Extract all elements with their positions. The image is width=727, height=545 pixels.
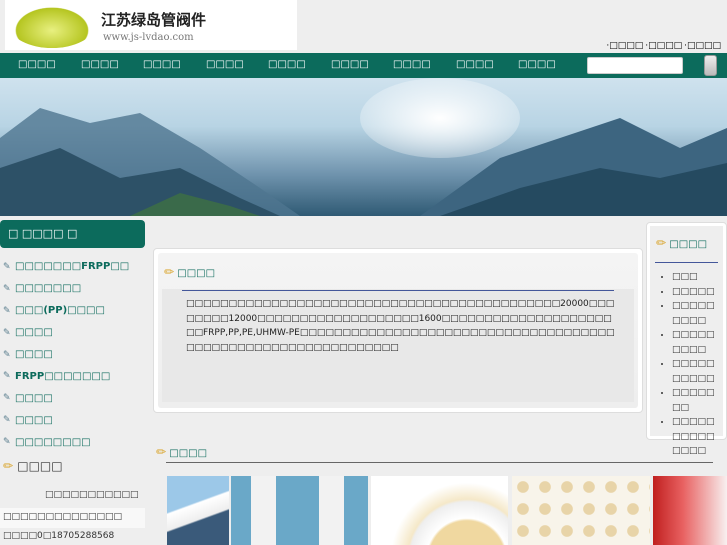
news-item[interactable]: □□□□□□□ — [672, 386, 722, 415]
products-heading: ✏ □□□□ — [156, 445, 207, 459]
divider — [655, 262, 718, 263]
news-item[interactable]: □□□□□□□□□ — [672, 328, 722, 357]
sidebar-item-label: □□□□□□□ — [15, 283, 82, 295]
about-panel: ✏ □□□□ □□□□□□□□□□□□□□□□□□□□□□□□□□□□□□□□□… — [153, 248, 643, 413]
mountains-graphic — [0, 108, 727, 216]
products-title: □□□□ — [169, 448, 208, 459]
sidebar-item[interactable]: ✎ FRPP□□□□□□□ — [3, 365, 143, 387]
pin-icon: ✎ — [3, 371, 11, 382]
sidebar-item-label: □□□□□□□FRPP□□ — [15, 261, 130, 273]
nav-item[interactable]: □□□□ — [143, 59, 181, 70]
sidebar-category-list: ✎ □□□□□□□FRPP□□ ✎ □□□□□□□ ✎ □□□(PP)□□□□ ✎ □□… — [3, 256, 143, 453]
sidebar-item-label: □□□□□□□□ — [15, 436, 91, 448]
logo-url: www.js-lvdao.com — [103, 32, 194, 43]
about-text: □□□□□□□□□□□□□□□□□□□□□□□□□□□□□□□□□□□□□□□□… — [186, 299, 615, 353]
logo-mark-icon — [10, 4, 94, 48]
pin-icon: ✎ — [3, 415, 11, 426]
divider — [166, 462, 713, 463]
product-image[interactable] — [231, 476, 368, 545]
nav-item[interactable]: □□□□ — [206, 59, 244, 70]
banner-image — [0, 78, 727, 216]
pin-icon: ✎ — [3, 327, 11, 338]
pin-icon: ✎ — [3, 437, 11, 448]
contact-company: □□□□□□□□□□□ — [45, 490, 139, 500]
product-image[interactable] — [653, 476, 727, 545]
pin-icon: ✎ — [3, 283, 11, 294]
nav-item[interactable]: □□□□ — [18, 59, 56, 70]
logo[interactable]: 江苏绿岛管阀件 www.js-lvdao.com — [5, 0, 297, 50]
sidebar-item-label: FRPP□□□□□□□ — [15, 370, 111, 382]
pencil-icon: ✏ — [156, 445, 167, 459]
pin-icon: ✎ — [3, 393, 11, 404]
sidebar-item[interactable]: ✎ □□□□□□□FRPP□□ — [3, 256, 143, 278]
sidebar-item[interactable]: ✎ □□□□□□□ — [3, 278, 143, 300]
nav-item[interactable]: □□□□ — [268, 59, 306, 70]
product-image[interactable] — [371, 476, 508, 545]
main-nav: □□□□ □□□□ □□□□ □□□□ □□□□ □□□□ □□□□ □□□□ … — [0, 53, 727, 78]
news-title: □□□□ — [669, 239, 708, 250]
sidebar-header: □ □□□□ □ — [0, 220, 145, 248]
pencil-icon: ✏ — [3, 459, 14, 473]
sidebar-item[interactable]: ✎ □□□□ — [3, 387, 143, 409]
sidebar-item[interactable]: ✎ □□□□□□□□ — [3, 431, 143, 453]
search-input[interactable] — [587, 57, 683, 74]
sidebar-item-label: □□□□ — [15, 392, 53, 404]
news-panel: ✏ □□□□ □□□ □□□□□ □□□□□□□□□ □□□□□□□□□ □□□… — [646, 222, 727, 456]
news-list: □□□ □□□□□ □□□□□□□□□ □□□□□□□□□ □□□□□□□□□□… — [658, 270, 722, 459]
sidebar-item[interactable]: ✎ □□□□ — [3, 322, 143, 344]
sidebar-item-label: □□□(PP)□□□□ — [15, 305, 105, 317]
news-item[interactable]: □□□□□□□□□□□□□□ — [672, 415, 722, 459]
news-heading: ✏ □□□□ — [656, 236, 707, 250]
logo-title: 江苏绿岛管阀件 — [101, 11, 207, 29]
top-link[interactable]: ·□□□□ — [606, 41, 643, 51]
sidebar-item[interactable]: ✎ □□□(PP)□□□□ — [3, 300, 143, 322]
sidebar-item-label: □□□□ — [15, 414, 53, 426]
sidebar-item[interactable]: ✎ □□□□ — [3, 409, 143, 431]
pin-icon: ✎ — [3, 349, 11, 360]
nav-item[interactable]: □□□□ — [81, 59, 119, 70]
sidebar-item[interactable]: ✎ □□□□ — [3, 344, 143, 366]
nav-item[interactable]: □□□□ — [331, 59, 369, 70]
sidebar-item-label: □□□□ — [15, 349, 53, 360]
news-item[interactable]: □□□□□□□□□ — [672, 299, 722, 328]
pin-icon: ✎ — [3, 261, 11, 272]
top-link[interactable]: ·□□□□ — [684, 41, 721, 51]
top-link[interactable]: ·□□□□ — [645, 41, 682, 51]
contact-heading: ✏ □□□□ — [3, 459, 63, 473]
pencil-icon: ✏ — [656, 236, 667, 250]
search-button[interactable] — [704, 55, 717, 76]
pin-icon: ✎ — [3, 305, 11, 316]
divider — [182, 290, 614, 291]
nav-item[interactable]: □□□□ — [393, 59, 431, 70]
news-item[interactable]: □□□□□ — [672, 285, 722, 300]
sidebar-item-label: □□□□ — [15, 327, 53, 339]
top-links: ·□□□□ ·□□□□ ·□□□□ — [604, 41, 721, 51]
pencil-icon: ✏ — [164, 265, 175, 279]
nav-item[interactable]: □□□□ — [456, 59, 494, 70]
contact-address: □□□□□□□□□□□□□□ — [0, 508, 145, 528]
news-item[interactable]: □□□□□□□□□□ — [672, 357, 722, 386]
contact-title: □□□□ — [17, 459, 63, 473]
product-image[interactable] — [167, 476, 229, 545]
nav-item[interactable]: □□□□ — [518, 59, 556, 70]
contact-phone: □□□□0□18705288568 — [3, 531, 115, 541]
news-item[interactable]: □□□ — [672, 270, 722, 285]
product-image[interactable] — [512, 476, 650, 545]
about-heading: ✏ □□□□ — [164, 265, 215, 279]
about-title: □□□□ — [177, 268, 216, 279]
